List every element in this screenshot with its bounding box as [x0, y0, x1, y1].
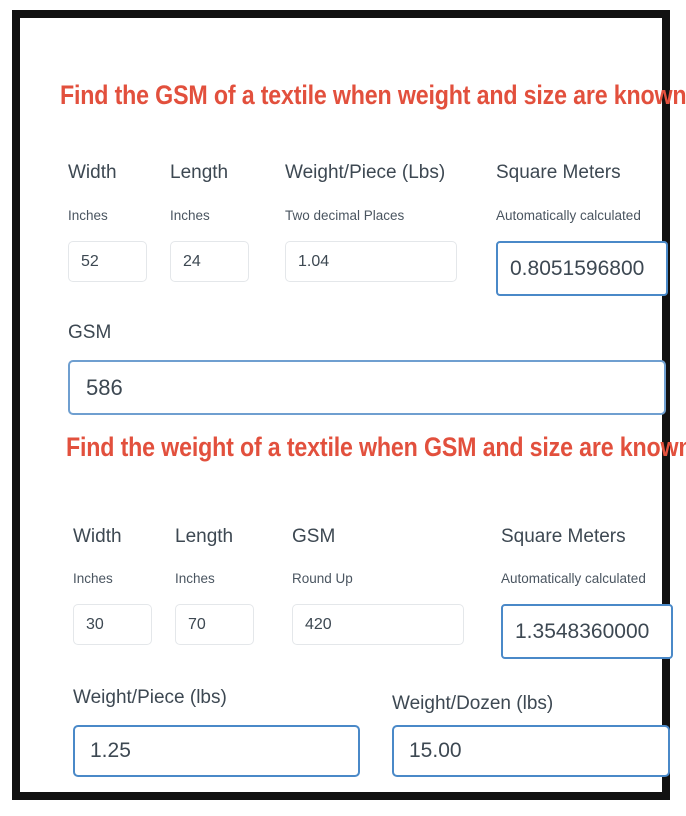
label-square-meters-1: Square Meters [496, 162, 621, 183]
hint-width-1: Inches [68, 208, 108, 223]
label-gsm-result: GSM [68, 322, 112, 343]
input-width-2[interactable] [73, 604, 152, 645]
section-two-title: Find the weight of a textile when GSM an… [66, 432, 686, 462]
input-weight-dozen-result[interactable] [392, 725, 670, 777]
hint-square-meters-2: Automatically calculated [501, 571, 646, 586]
hint-length-2: Inches [175, 571, 215, 586]
label-length-2: Length [175, 526, 234, 547]
label-length-1: Length [170, 162, 229, 183]
input-square-meters-1[interactable] [496, 241, 668, 296]
input-weight-per-piece[interactable] [285, 241, 457, 282]
label-weight-per-piece: Weight/Piece (Lbs) [285, 162, 446, 183]
input-weight-piece-result[interactable] [73, 725, 360, 777]
label-width-1: Width [68, 162, 117, 183]
hint-length-1: Inches [170, 208, 210, 223]
label-weight-piece-result: Weight/Piece (lbs) [73, 687, 227, 708]
label-width-2: Width [73, 526, 122, 547]
input-width-1[interactable] [68, 241, 147, 282]
hint-weight-per-piece: Two decimal Places [285, 208, 405, 223]
label-square-meters-2: Square Meters [501, 526, 626, 547]
hint-square-meters-1: Automatically calculated [496, 208, 641, 223]
hint-width-2: Inches [73, 571, 113, 586]
input-length-2[interactable] [175, 604, 254, 645]
input-length-1[interactable] [170, 241, 249, 282]
input-square-meters-2[interactable] [501, 604, 673, 659]
label-gsm-2: GSM [292, 526, 336, 547]
label-weight-dozen-result: Weight/Dozen (lbs) [392, 693, 554, 714]
section-one-title: Find the GSM of a textile when weight an… [60, 80, 686, 110]
calculator-body: Find the GSM of a textile when weight an… [20, 18, 686, 792]
input-gsm-2[interactable] [292, 604, 464, 645]
input-gsm-result[interactable] [68, 360, 666, 415]
page-frame: Find the GSM of a textile when weight an… [12, 10, 686, 800]
hint-gsm-2: Round Up [292, 571, 353, 586]
